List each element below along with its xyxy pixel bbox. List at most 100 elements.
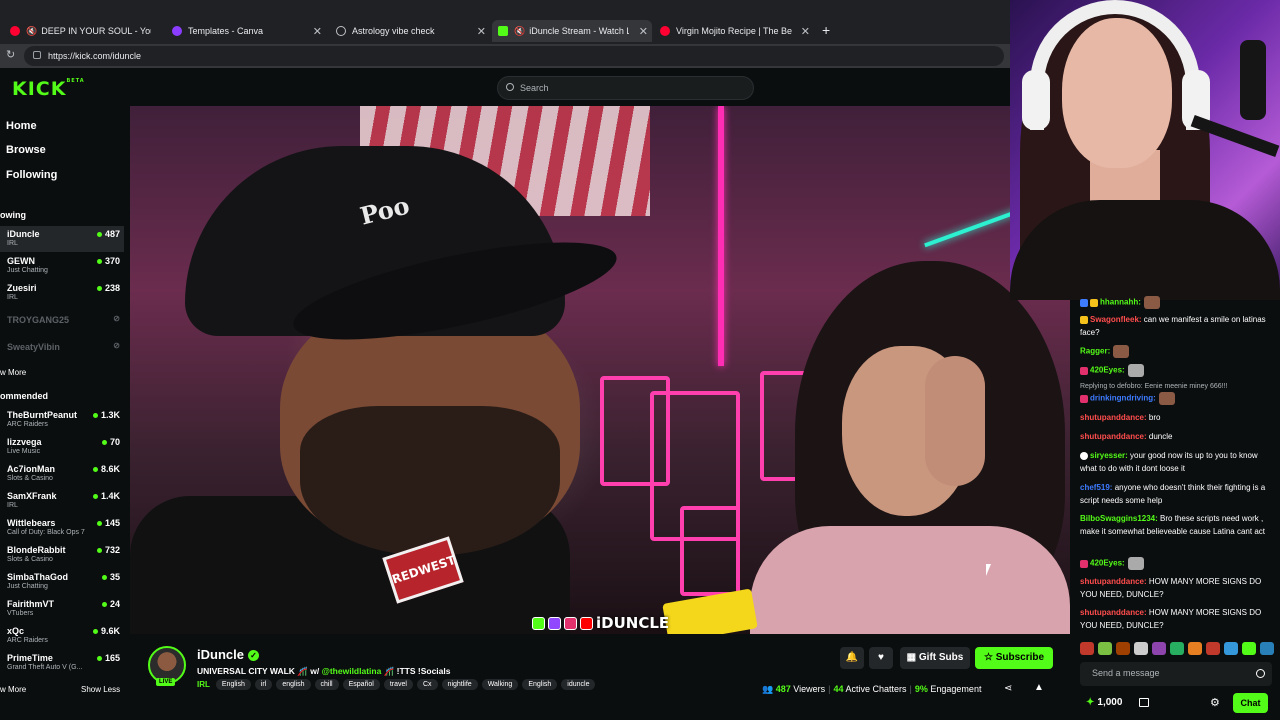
browser-tab-youtube[interactable]: 🔇 DEEP IN YOUR SOUL - YouTube bbox=[4, 20, 168, 42]
new-tab-button[interactable]: + bbox=[822, 22, 830, 38]
share-icon[interactable]: ⋖ bbox=[1004, 683, 1012, 694]
chat-message: shutupanddance: HOW MANY MORE SIGNS DO Y… bbox=[1080, 608, 1262, 630]
search-input[interactable]: Search bbox=[497, 76, 754, 100]
viewer-count: 1.3K bbox=[92, 410, 120, 420]
chat-panel: hhannahh: Swagonfleek: can we manifest a… bbox=[1070, 296, 1280, 720]
sidebar-channel-blonderabbit[interactable]: BlondeRabbit Slots & Casino 732 bbox=[0, 542, 124, 568]
sidebar: Home Browse Following owing iDuncle IRL … bbox=[0, 106, 130, 720]
video-player[interactable]: Poo REDWEST iDUNCLE bbox=[130, 106, 1070, 634]
channel-name: SweatyVibin bbox=[7, 342, 60, 352]
emote-icon[interactable] bbox=[1134, 642, 1148, 655]
sidebar-channel-simbathagod[interactable]: SimbaThaGod Just Chatting 35 bbox=[0, 569, 124, 595]
nav-browse[interactable]: Browse bbox=[6, 144, 46, 156]
emote-icon[interactable] bbox=[1242, 642, 1256, 655]
close-tab-icon[interactable]: ✕ bbox=[639, 25, 648, 38]
tag[interactable]: chill bbox=[314, 679, 339, 690]
tag[interactable]: Español bbox=[342, 679, 380, 690]
tag[interactable]: nightlife bbox=[441, 679, 478, 690]
tag[interactable]: english bbox=[276, 679, 311, 690]
channel-points[interactable]: ✦ 1,000 bbox=[1086, 697, 1122, 708]
chat-message: shutupanddance: HOW MANY MORE SIGNS DO Y… bbox=[1080, 577, 1262, 599]
show-more-following[interactable]: w More bbox=[0, 368, 26, 377]
live-dot-icon bbox=[96, 656, 102, 662]
muted-speaker-icon[interactable]: 🔇 bbox=[514, 26, 525, 37]
muted-speaker-icon[interactable]: 🔇 bbox=[26, 26, 37, 37]
report-icon[interactable]: ▲ bbox=[1034, 682, 1044, 693]
chat-message-input[interactable]: Send a message bbox=[1080, 662, 1272, 686]
sidebar-channel-ac7ionman[interactable]: Ac7ionMan Slots & Casino 8.6K bbox=[0, 461, 124, 487]
subscribe-button[interactable]: ☆ Subscribe bbox=[975, 647, 1053, 669]
tag[interactable]: travel bbox=[383, 679, 413, 690]
browser-tab-mojito[interactable]: Virgin Mojito Recipe | The Best C ✕ bbox=[654, 20, 814, 42]
emote-icon[interactable] bbox=[1152, 642, 1166, 655]
show-less-recommended[interactable]: Show Less bbox=[81, 685, 120, 694]
tag[interactable]: irl bbox=[254, 679, 273, 690]
channel-name: SimbaThaGod bbox=[7, 572, 69, 582]
sidebar-channel-sweatyvibin[interactable]: SweatyVibin ⊘ bbox=[0, 334, 124, 360]
chat-message: drinkingndriving: bbox=[1080, 392, 1270, 405]
viewer-count: 70 bbox=[101, 437, 120, 447]
nav-home[interactable]: Home bbox=[6, 120, 37, 132]
sidebar-channel-xqc[interactable]: xQc ARC Raiders 9.6K bbox=[0, 623, 124, 649]
tab-title: Virgin Mojito Recipe | The Best C bbox=[676, 26, 792, 36]
notification-bell-button[interactable]: 🔔 bbox=[840, 647, 864, 669]
streamer-name[interactable]: iDuncle ✓ bbox=[197, 647, 259, 662]
sidebar-channel-zuesiri[interactable]: Zuesiri IRL 238 bbox=[0, 280, 124, 306]
gift-icon[interactable] bbox=[1139, 698, 1149, 707]
sidebar-channel-fairithmvt[interactable]: FairithmVT VTubers 24 bbox=[0, 596, 124, 622]
settings-gear-icon[interactable]: ⚙ bbox=[1210, 696, 1220, 709]
stream-category[interactable]: IRL bbox=[197, 680, 210, 689]
channel-category: Just Chatting bbox=[7, 267, 48, 274]
gift-subs-button[interactable]: ▦ Gift Subs bbox=[900, 647, 970, 669]
title-mention[interactable]: @thewildlatina bbox=[322, 666, 382, 676]
viewer-count: 24 bbox=[101, 599, 120, 609]
channel-name: Zuesiri bbox=[7, 283, 37, 293]
headphones bbox=[1030, 0, 1200, 130]
emote-icon[interactable] bbox=[1080, 642, 1094, 655]
close-tab-icon[interactable]: ✕ bbox=[313, 25, 322, 38]
channel-name: iDuncle bbox=[7, 229, 40, 239]
close-tab-icon[interactable]: ✕ bbox=[477, 25, 486, 38]
browser-tab-astrology[interactable]: Astrology vibe check ✕ bbox=[330, 20, 490, 42]
emote-icon[interactable] bbox=[1170, 642, 1184, 655]
chat-message: Ragger: bbox=[1080, 345, 1270, 358]
emote-icon[interactable] bbox=[1098, 642, 1112, 655]
chat-send-button[interactable]: Chat bbox=[1233, 693, 1268, 713]
url-field[interactable]: https://kick.com/iduncle bbox=[24, 46, 1004, 66]
emote-icon[interactable] bbox=[1260, 642, 1274, 655]
emote-icon[interactable] bbox=[1116, 642, 1130, 655]
close-tab-icon[interactable]: ✕ bbox=[801, 25, 810, 38]
woman-hand bbox=[925, 356, 985, 486]
sidebar-channel-troygang25[interactable]: TROYGANG25 ⊘ bbox=[0, 307, 124, 333]
sidebar-channel-lizzvega[interactable]: lizzvega Live Music 70 bbox=[0, 434, 124, 460]
emote-icon[interactable] bbox=[1188, 642, 1202, 655]
reload-icon[interactable]: ↻ bbox=[6, 48, 15, 61]
sidebar-channel-gewn[interactable]: GEWN Just Chatting 370 bbox=[0, 253, 124, 279]
kick-logo[interactable]: KICKBETA bbox=[12, 78, 85, 100]
sidebar-channel-samxfrank[interactable]: SamXFrank IRL 1.4K bbox=[0, 488, 124, 514]
sidebar-channel-iduncle[interactable]: iDuncle IRL 487 bbox=[0, 226, 124, 252]
show-more-recommended[interactable]: w More bbox=[0, 685, 26, 694]
emote-icon[interactable] bbox=[1206, 642, 1220, 655]
browser-tab-canva[interactable]: Templates - Canva ✕ bbox=[166, 20, 326, 42]
follow-heart-button[interactable]: ♥ bbox=[869, 647, 893, 669]
nav-following[interactable]: Following bbox=[6, 169, 57, 181]
tag[interactable]: English bbox=[215, 679, 251, 690]
sidebar-channel-wittlebears[interactable]: Wittlebears Call of Duty: Black Ops 7 14… bbox=[0, 515, 124, 541]
yellow-bag bbox=[662, 588, 758, 634]
live-dot-icon bbox=[92, 629, 98, 635]
sidebar-channel-theburntpeanut[interactable]: TheBurntPeanut ARC Raiders 1.3K bbox=[0, 407, 124, 433]
tag[interactable]: Walking bbox=[481, 679, 519, 690]
chat-message: shutupanddance: bro bbox=[1080, 413, 1161, 422]
site-info-icon[interactable] bbox=[33, 51, 41, 59]
tag[interactable]: Cx bbox=[416, 679, 438, 690]
emote-icon[interactable] bbox=[1224, 642, 1238, 655]
tab-title: Astrology vibe check bbox=[352, 26, 435, 36]
mouse-cursor-icon bbox=[986, 564, 996, 576]
live-dot-icon bbox=[96, 232, 102, 238]
emoji-picker-icon[interactable] bbox=[1256, 669, 1265, 678]
tag[interactable]: iduncle bbox=[561, 679, 596, 690]
tag[interactable]: English bbox=[522, 679, 558, 690]
browser-tab-kick[interactable]: 🔇 iDuncle Stream - Watch Live ✕ bbox=[492, 20, 652, 42]
sidebar-channel-primetime[interactable]: PrimeTime Grand Theft Auto V (G... 165 bbox=[0, 650, 124, 676]
